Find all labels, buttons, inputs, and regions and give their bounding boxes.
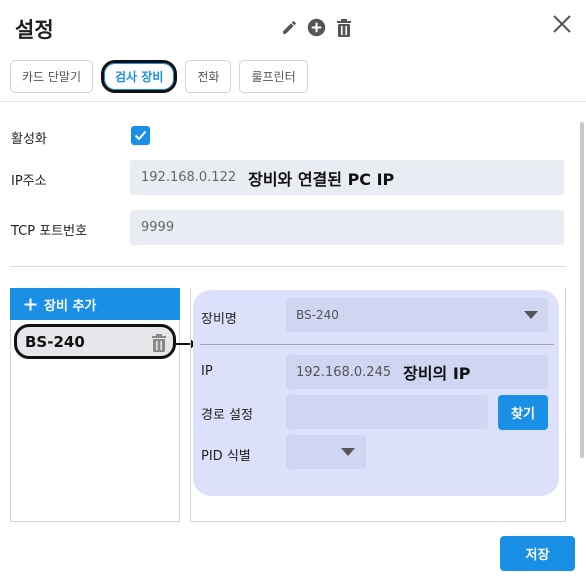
- tab-card-terminal[interactable]: 카드 단말기: [10, 60, 94, 93]
- pid-select[interactable]: [286, 435, 366, 469]
- dialog-title: 설정: [15, 18, 54, 42]
- scrollbar[interactable]: [580, 122, 584, 458]
- close-icon[interactable]: [551, 13, 573, 35]
- tcp-port-input[interactable]: 9999: [130, 210, 564, 245]
- device-name-select-value: BS-240: [296, 308, 339, 322]
- add-device-label: 장비 추가: [44, 298, 97, 314]
- device-name: BS-240: [25, 332, 85, 351]
- device-name-select[interactable]: BS-240: [286, 298, 548, 332]
- tab-bar: 카드 단말기 검사 장비 전화 룰프린터: [10, 60, 308, 93]
- pencil-icon[interactable]: [280, 18, 299, 37]
- tab-label-printer[interactable]: 룰프린터: [239, 60, 308, 93]
- path-label: 경로 설정: [201, 408, 253, 423]
- ip-annotation: 장비와 연결된 PC IP: [248, 169, 395, 189]
- ip-label: IP주소: [11, 174, 47, 189]
- ip-input[interactable]: 192.168.0.122 장비와 연결된 PC IP: [130, 160, 564, 195]
- header-actions: [280, 18, 353, 37]
- device-name-label: 장비명: [201, 312, 237, 327]
- device-ip-label: IP: [201, 364, 213, 379]
- device-ip-value: 192.168.0.245: [296, 364, 392, 380]
- trash-icon[interactable]: [334, 18, 353, 37]
- tcp-port-value: 9999: [141, 220, 175, 235]
- enabled-label: 활성화: [11, 132, 47, 147]
- find-button[interactable]: 찾기: [498, 395, 548, 430]
- enabled-checkbox[interactable]: [131, 126, 150, 145]
- chevron-down-icon: [341, 448, 355, 456]
- device-ip-input[interactable]: 192.168.0.245 장비의 IP: [286, 355, 548, 389]
- delete-device-icon[interactable]: [151, 334, 167, 352]
- add-circle-icon[interactable]: [307, 18, 326, 37]
- tab-inspection-device[interactable]: 검사 장비: [101, 60, 178, 93]
- detail-divider: [200, 344, 554, 345]
- tcp-port-label: TCP 포트번호: [11, 224, 88, 239]
- section-divider: [10, 266, 566, 267]
- add-device-button[interactable]: 장비 추가: [10, 288, 180, 320]
- check-icon: [134, 130, 147, 141]
- save-button[interactable]: 저장: [500, 536, 575, 571]
- pid-label: PID 식별: [201, 449, 251, 464]
- plus-icon: [24, 298, 37, 310]
- tab-phone[interactable]: 전화: [185, 60, 232, 93]
- header-divider: [0, 101, 586, 102]
- device-list-item[interactable]: BS-240: [14, 324, 176, 359]
- ip-value: 192.168.0.122: [141, 170, 237, 185]
- chevron-down-icon: [524, 311, 538, 319]
- path-input[interactable]: [286, 395, 488, 429]
- device-ip-annotation: 장비의 IP: [403, 364, 471, 383]
